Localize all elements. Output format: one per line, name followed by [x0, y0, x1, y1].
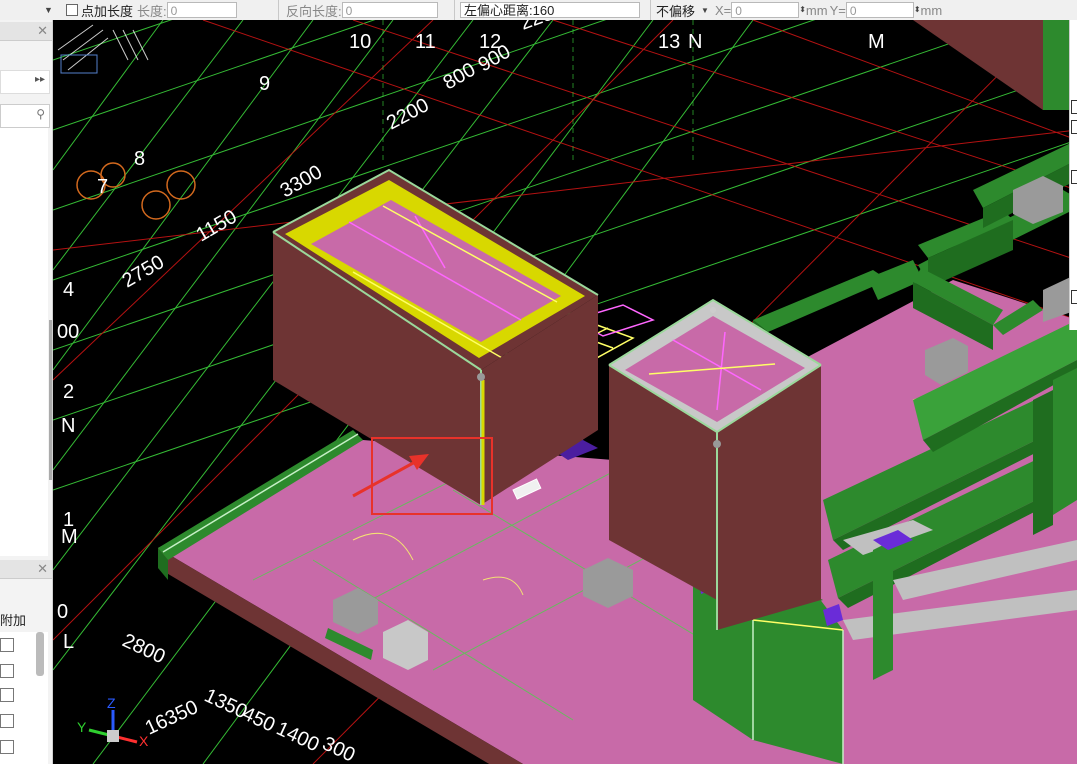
- length-label: 长度:: [137, 3, 167, 19]
- xyz-axis-gizmo: Z Y X: [77, 695, 149, 749]
- eccentric-label: 左偏心距离:: [464, 3, 533, 18]
- tree-area[interactable]: [0, 128, 48, 556]
- x-input[interactable]: 0: [731, 2, 800, 18]
- dim-1150: 1150: [193, 206, 241, 247]
- axis-label-n: N: [61, 415, 75, 437]
- y-unit: mm: [920, 2, 943, 18]
- panel-header: ✕: [0, 22, 52, 41]
- x-label: X=: [714, 2, 732, 18]
- add-column-label: 附加: [0, 613, 27, 628]
- bracket-icon: [1071, 290, 1077, 304]
- close-icon[interactable]: ✕: [37, 23, 48, 39]
- axis-label-2: 2: [63, 381, 74, 403]
- axis-label-l: L: [63, 631, 74, 653]
- bracket-icon: [1071, 120, 1077, 134]
- chevron-down-icon: ▼: [44, 5, 53, 15]
- axis-bubbles: [76, 162, 196, 220]
- 3d-viewport[interactable]: 10 11 12 13 N M 9 8 7 4 00 2 N 1 M 0 L 2…: [53, 20, 1077, 764]
- dim-3300: 3300: [277, 161, 327, 202]
- dim-1400: 1400: [273, 718, 323, 757]
- x-axis-label: X: [139, 733, 149, 749]
- bracket-icon: [1071, 170, 1077, 184]
- panel-toolbar: ▸▸: [0, 70, 50, 94]
- eccentric-input[interactable]: 左偏心距离:160: [460, 2, 640, 18]
- spinner-icon[interactable]: ⬍: [799, 6, 806, 14]
- shaft-box-top-right[interactable]: [913, 20, 1077, 110]
- length-input[interactable]: 0: [166, 2, 237, 18]
- row-checkbox[interactable]: [0, 740, 14, 754]
- offset-mode-select[interactable]: 不偏移: [656, 1, 695, 20]
- close-icon[interactable]: ✕: [37, 561, 48, 577]
- reverse-length-input[interactable]: 0: [341, 2, 438, 18]
- row-checkbox[interactable]: [0, 664, 14, 678]
- y-label: Y=: [829, 2, 846, 18]
- scrollbar-thumb[interactable]: [36, 632, 44, 676]
- dropdown-arrow[interactable]: ▼: [44, 0, 53, 20]
- double-chevron-right-icon[interactable]: ▸▸: [35, 74, 45, 85]
- bracket-icon: [1071, 100, 1077, 114]
- dim-300: 300: [319, 733, 359, 764]
- x-unit: mm: [805, 2, 828, 18]
- cad-hatch: [57, 24, 149, 74]
- panel-header-2: ✕: [0, 560, 52, 579]
- row-checkbox[interactable]: [0, 688, 14, 702]
- chevron-down-icon[interactable]: ▼: [701, 6, 709, 15]
- axis-label-7: 7: [97, 176, 108, 198]
- y-axis-label: Y: [77, 719, 87, 735]
- row-checkbox[interactable]: [0, 714, 14, 728]
- reverse-length-label: 反向长度:: [286, 3, 342, 19]
- add-length-label: 点加长度: [81, 3, 134, 19]
- dim-2800: 2800: [119, 630, 169, 669]
- axis-label-13: 13: [658, 31, 680, 53]
- axis-label-00: 00: [57, 321, 79, 343]
- spinner-icon[interactable]: ⬍: [914, 6, 921, 14]
- axis-label-8: 8: [134, 148, 145, 170]
- axis-label-0: 0: [57, 601, 68, 623]
- dim-450: 450: [239, 703, 279, 737]
- right-side-strip: [1069, 20, 1077, 330]
- y-input[interactable]: 0: [845, 2, 914, 18]
- axis-label-11: 11: [415, 31, 436, 53]
- axis-label-m: M: [61, 526, 78, 548]
- axis-label-9: 9: [259, 73, 270, 95]
- scrollbar[interactable]: [49, 320, 52, 480]
- axis-label-4: 4: [63, 279, 74, 301]
- axis-label-n-top: N: [688, 31, 702, 53]
- dim-16350: 16350: [142, 696, 202, 739]
- z-axis-label: Z: [107, 695, 116, 711]
- dim-800: 800: [440, 59, 480, 95]
- row-checkbox[interactable]: [0, 638, 14, 652]
- axis-label-10: 10: [349, 31, 371, 53]
- add-length-checkbox[interactable]: [66, 4, 78, 16]
- property-toolbar: ▼ 点加长度 长度: 0 反向长度: 0 左偏心距离:160 不偏移 ▼ X= …: [0, 0, 1077, 21]
- dim-2200-mid: 2200: [383, 94, 433, 134]
- eccentric-value: 160: [532, 3, 555, 18]
- axis-label-m-top: M: [868, 31, 885, 53]
- search-icon: ⚲: [36, 107, 45, 121]
- dim-2750: 2750: [119, 251, 169, 292]
- left-panel: ✕ ▸▸ ⚲ ✕ 附加: [0, 20, 53, 764]
- search-input[interactable]: ⚲: [0, 104, 50, 128]
